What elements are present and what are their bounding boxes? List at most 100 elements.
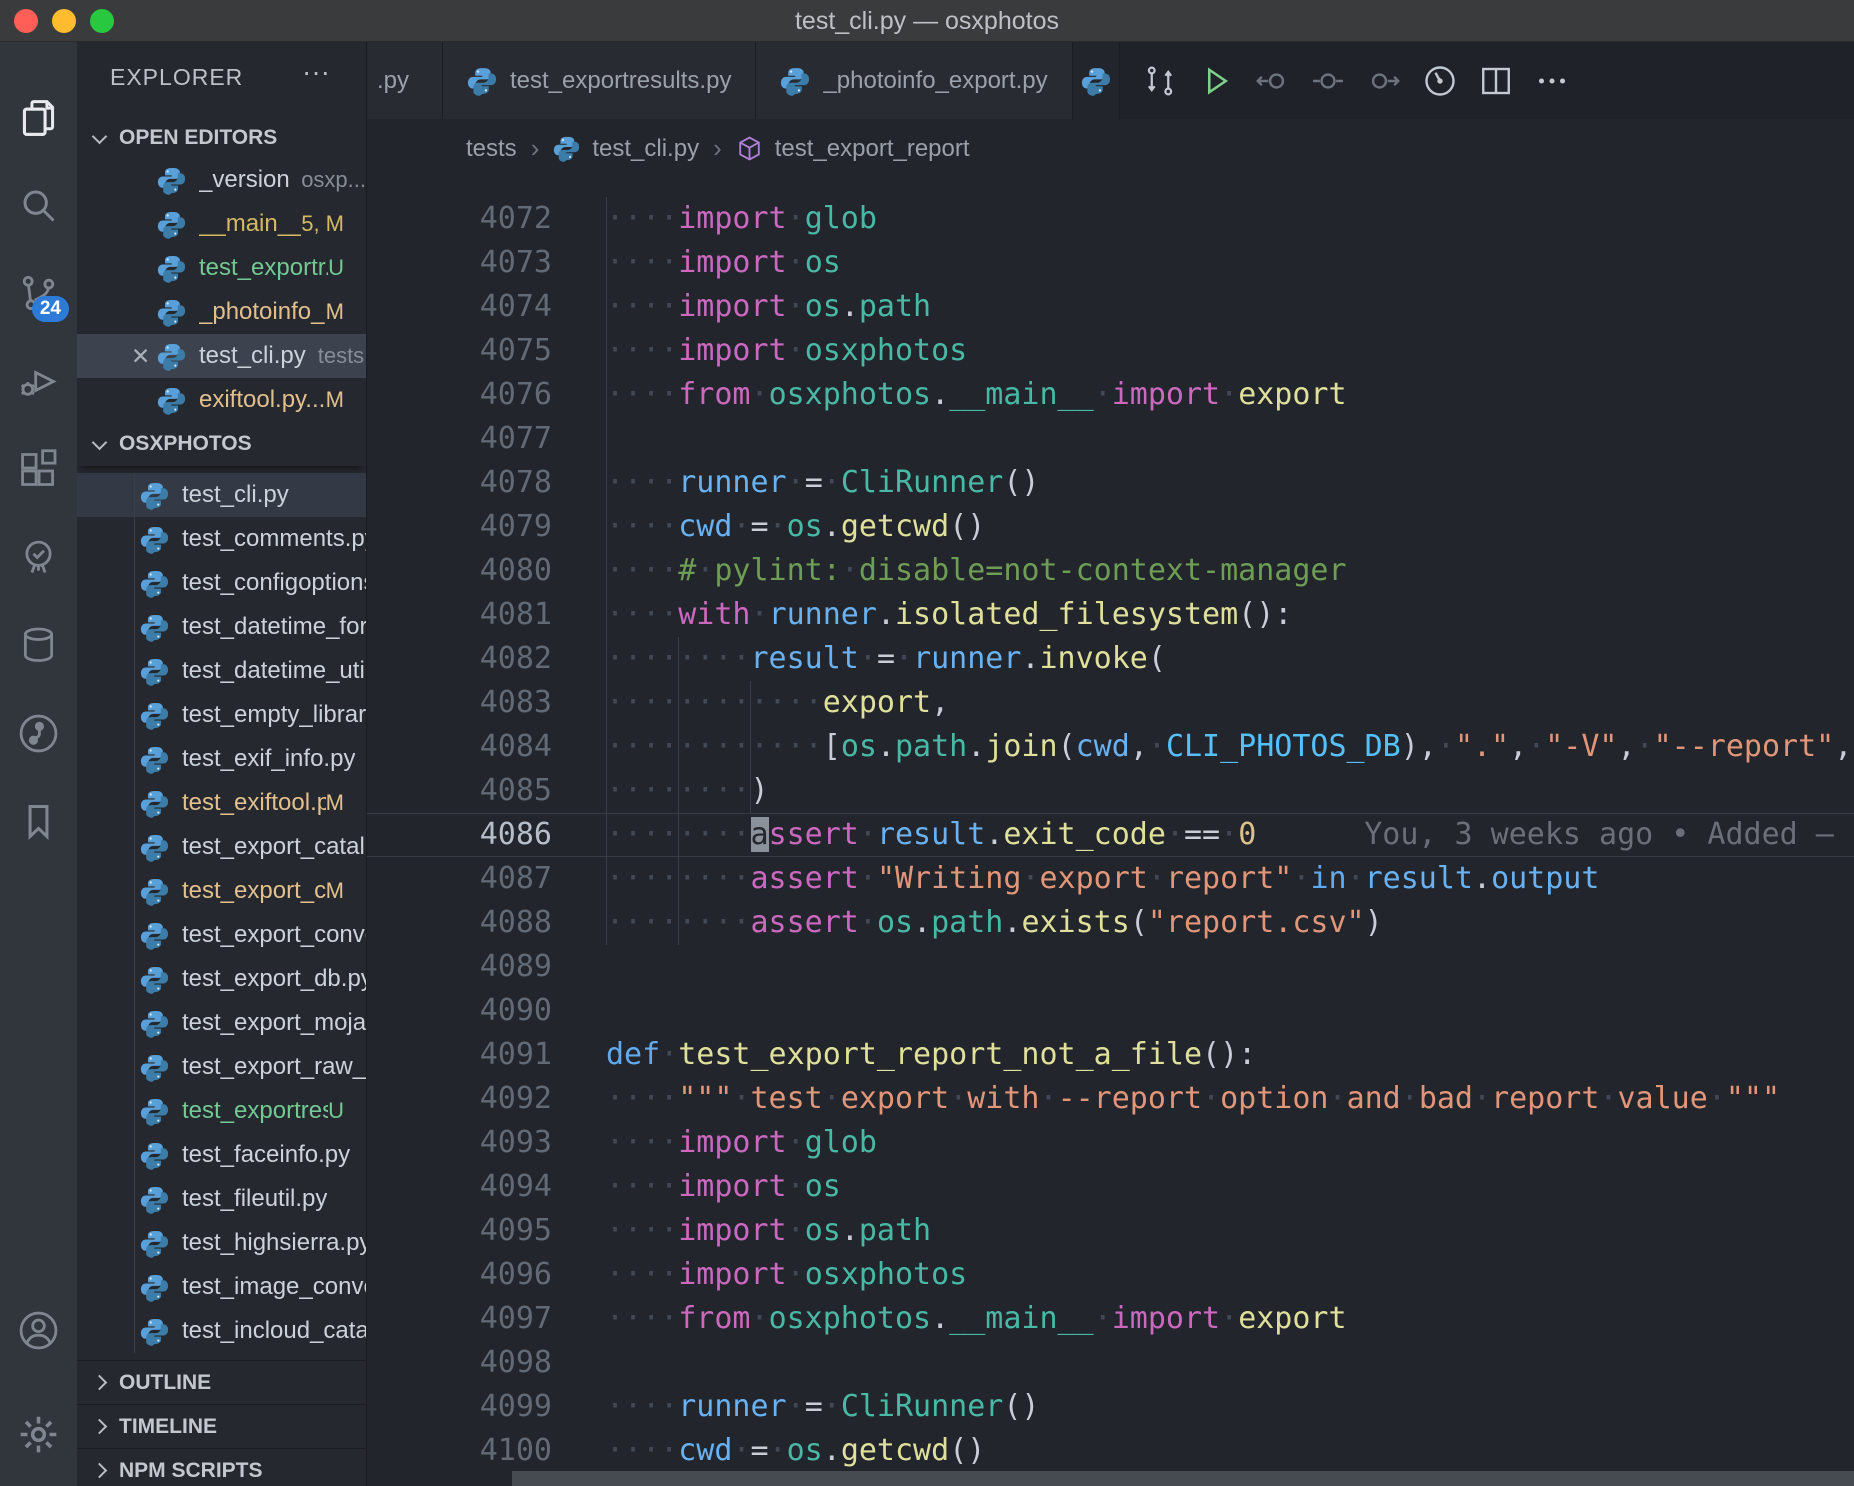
tab-bar: .pytest_exportresults.py_photoinfo_expor… bbox=[367, 42, 1854, 119]
tree-item[interactable]: test_faceinfo.py bbox=[77, 1133, 366, 1177]
step-back-icon[interactable] bbox=[1254, 63, 1290, 99]
sidebar-title: EXPLORER bbox=[110, 64, 243, 91]
tab-_photoinfo_export.py[interactable]: _photoinfo_export.py bbox=[756, 42, 1072, 119]
tree-item[interactable]: test_cli.py bbox=[77, 473, 366, 517]
tree-item[interactable]: test_datetime_form... bbox=[77, 605, 366, 649]
code-line-4084[interactable]: 4084············[os.path.join(cwd,·CLI_P… bbox=[367, 725, 1854, 769]
run-python-file-icon[interactable] bbox=[1198, 63, 1234, 99]
code-line-4098[interactable]: 4098 bbox=[367, 1341, 1854, 1385]
tab-active-file[interactable] bbox=[1073, 42, 1120, 119]
gauge-run-icon[interactable] bbox=[1422, 63, 1458, 99]
code-line-4080[interactable]: 4080····#·pylint:·disable=not-context-ma… bbox=[367, 549, 1854, 593]
code-line-4079[interactable]: 4079····cwd·=·os.getcwd() bbox=[367, 505, 1854, 549]
horizontal-scrollbar[interactable] bbox=[512, 1471, 1854, 1486]
line-content: ····"""·test·export·with·--report·option… bbox=[552, 1081, 1780, 1116]
code-line-4087[interactable]: 4087········assert·"Writing·export·repor… bbox=[367, 857, 1854, 901]
open-editor-item[interactable]: exiftool.py...M bbox=[77, 378, 366, 422]
breadcrumb-separator: › bbox=[711, 133, 724, 164]
project-section-header[interactable]: OSXPHOTOS bbox=[77, 422, 366, 466]
code-line-4073[interactable]: 4073····import·os bbox=[367, 241, 1854, 285]
tree-item[interactable]: test_exif_info.py bbox=[77, 737, 366, 781]
close-editor-icon[interactable]: ✕ bbox=[131, 343, 157, 370]
tree-item[interactable]: test_export_conver... bbox=[77, 913, 366, 957]
tree-item[interactable]: test_empty_library_... bbox=[77, 693, 366, 737]
code-line-4086[interactable]: 4086········assert·result.exit_code·==·0… bbox=[367, 813, 1854, 857]
tree-item[interactable]: test_image_convert... bbox=[77, 1265, 366, 1309]
open-editors-header[interactable]: OPEN EDITORS bbox=[77, 116, 366, 160]
code-line-4076[interactable]: 4076····from·osxphotos.__main__·import·e… bbox=[367, 373, 1854, 417]
line-content: ········assert·"Writing·export·report"·i… bbox=[552, 861, 1599, 896]
chevron-down-icon bbox=[92, 128, 108, 144]
breadcrumb-item[interactable]: tests bbox=[466, 135, 517, 163]
source-control-icon[interactable]: 24 bbox=[16, 271, 61, 316]
tree-item[interactable]: test_comments.py bbox=[77, 517, 366, 561]
sidebar-more-actions[interactable]: ··· bbox=[302, 56, 330, 88]
open-editor-item[interactable]: _version.pyosxp... bbox=[77, 158, 366, 202]
split-editor-icon[interactable] bbox=[1478, 63, 1514, 99]
more-actions-icon[interactable] bbox=[1534, 63, 1570, 99]
open-editor-item[interactable]: test_exportr...U bbox=[77, 246, 366, 290]
code-line-4077[interactable]: 4077 bbox=[367, 417, 1854, 461]
tree-indent-guide bbox=[134, 473, 135, 1353]
settings-gear-icon[interactable] bbox=[16, 1412, 61, 1457]
run-debug-icon[interactable] bbox=[16, 359, 61, 404]
code-line-4090[interactable]: 4090 bbox=[367, 989, 1854, 1033]
account-icon[interactable] bbox=[16, 1308, 61, 1353]
step-forward-icon[interactable] bbox=[1366, 63, 1402, 99]
open-editor-item[interactable]: ✕test_cli.pytests bbox=[77, 334, 366, 378]
sidebar-section-timeline[interactable]: TIMELINE bbox=[77, 1404, 366, 1448]
code-line-4072[interactable]: 4072····import·glob bbox=[367, 197, 1854, 241]
sidebar-section-outline[interactable]: OUTLINE bbox=[77, 1360, 366, 1404]
code-line-4100[interactable]: 4100····cwd·=·os.getcwd() bbox=[367, 1429, 1854, 1473]
code-editor[interactable]: 4072····import·glob4073····import·os4074… bbox=[367, 178, 1854, 1486]
git-graph-icon[interactable] bbox=[16, 711, 61, 756]
explorer-icon[interactable] bbox=[16, 95, 61, 140]
code-line-4088[interactable]: 4088········assert·os.path.exists("repor… bbox=[367, 901, 1854, 945]
git-status-badge: M bbox=[326, 878, 344, 904]
code-line-4081[interactable]: 4081····with·runner.isolated_filesystem(… bbox=[367, 593, 1854, 637]
extensions-icon[interactable] bbox=[16, 447, 61, 492]
line-content: ····import·glob bbox=[552, 1125, 877, 1160]
testing-icon[interactable] bbox=[16, 535, 61, 580]
code-line-4074[interactable]: 4074····import·os.path bbox=[367, 285, 1854, 329]
open-editor-item[interactable]: __main__....5, M bbox=[77, 202, 366, 246]
code-line-4094[interactable]: 4094····import·os bbox=[367, 1165, 1854, 1209]
breadcrumb-item[interactable]: test_cli.py bbox=[592, 135, 699, 163]
section-label: NPM SCRIPTS bbox=[119, 1459, 263, 1483]
tree-item[interactable]: test_datetime_utils.... bbox=[77, 649, 366, 693]
code-line-4089[interactable]: 4089 bbox=[367, 945, 1854, 989]
code-line-4099[interactable]: 4099····runner·=·CliRunner() bbox=[367, 1385, 1854, 1429]
code-line-4095[interactable]: 4095····import·os.path bbox=[367, 1209, 1854, 1253]
code-line-4091[interactable]: 4091def·test_export_report_not_a_file(): bbox=[367, 1033, 1854, 1077]
code-line-4085[interactable]: 4085········) bbox=[367, 769, 1854, 813]
code-line-4093[interactable]: 4093····import·glob bbox=[367, 1121, 1854, 1165]
tree-item[interactable]: test_export_c...M bbox=[77, 869, 366, 913]
tree-item[interactable]: test_incloud_catali... bbox=[77, 1309, 366, 1353]
tree-item[interactable]: test_export_catalin... bbox=[77, 825, 366, 869]
code-line-4075[interactable]: 4075····import·osxphotos bbox=[367, 329, 1854, 373]
code-line-4097[interactable]: 4097····from·osxphotos.__main__·import·e… bbox=[367, 1297, 1854, 1341]
compare-changes-icon[interactable] bbox=[1142, 63, 1178, 99]
code-line-4083[interactable]: 4083············export, bbox=[367, 681, 1854, 725]
code-line-4078[interactable]: 4078····runner·=·CliRunner() bbox=[367, 461, 1854, 505]
tree-item[interactable]: test_fileutil.py bbox=[77, 1177, 366, 1221]
tree-item[interactable]: test_highsierra.py bbox=[77, 1221, 366, 1265]
tab-.py[interactable]: .py bbox=[367, 42, 443, 119]
breadcrumb-item[interactable]: test_export_report bbox=[775, 135, 970, 163]
code-line-4092[interactable]: 4092····"""·test·export·with·--report·op… bbox=[367, 1077, 1854, 1121]
tree-item[interactable]: test_exportres...U bbox=[77, 1089, 366, 1133]
tab-test_exportresults.py[interactable]: test_exportresults.py bbox=[443, 42, 756, 119]
database-icon[interactable] bbox=[16, 623, 61, 668]
open-editor-item[interactable]: _photoinfo_...M bbox=[77, 290, 366, 334]
tree-item[interactable]: test_export_raw_ca... bbox=[77, 1045, 366, 1089]
search-icon[interactable] bbox=[16, 183, 61, 228]
tree-item[interactable]: test_exiftool.pyM bbox=[77, 781, 366, 825]
bookmarks-icon[interactable] bbox=[16, 799, 61, 844]
tree-item[interactable]: test_export_mojave... bbox=[77, 1001, 366, 1045]
sidebar-section-npm-scripts[interactable]: NPM SCRIPTS bbox=[77, 1448, 366, 1486]
code-line-4096[interactable]: 4096····import·osxphotos bbox=[367, 1253, 1854, 1297]
tree-item[interactable]: test_export_db.py bbox=[77, 957, 366, 1001]
tree-item[interactable]: test_configoptions.... bbox=[77, 561, 366, 605]
record-circle-icon[interactable] bbox=[1310, 63, 1346, 99]
code-line-4082[interactable]: 4082········result·=·runner.invoke( bbox=[367, 637, 1854, 681]
